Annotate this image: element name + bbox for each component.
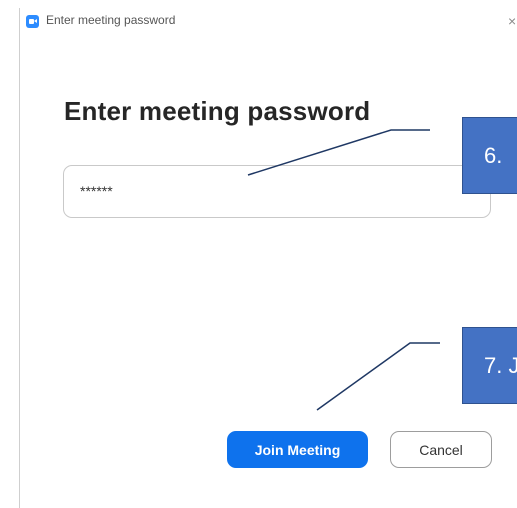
leader-line-step-7 bbox=[316, 342, 440, 411]
tutorial-screenshot: Enter meeting password × Enter meeting p… bbox=[0, 0, 517, 508]
leader-line-step-6 bbox=[247, 129, 430, 176]
callout-step-7-label: 7. J bbox=[484, 352, 517, 378]
callout-step-7: 7. J bbox=[462, 327, 517, 404]
callout-step-6-label: 6. bbox=[484, 142, 503, 168]
annotation-leader-lines bbox=[247, 129, 440, 411]
callout-step-6: 6. bbox=[462, 117, 517, 194]
